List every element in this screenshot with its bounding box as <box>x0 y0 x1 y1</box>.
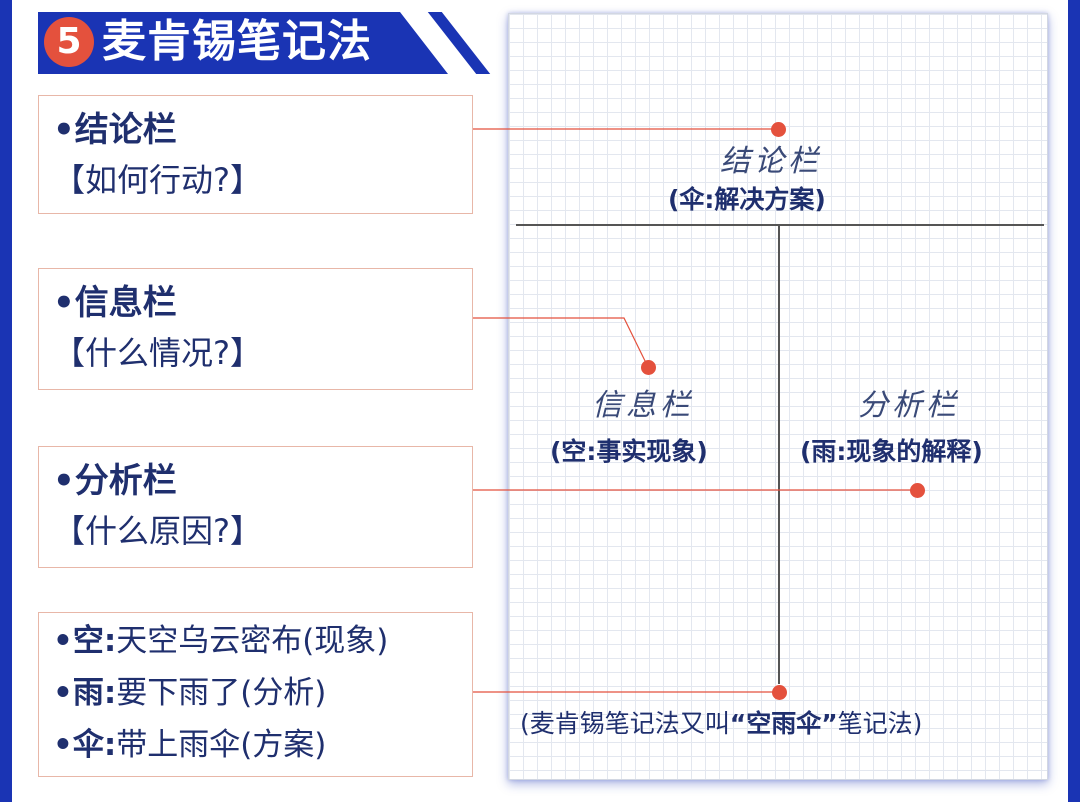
example-dot <box>772 685 787 700</box>
connector-lines <box>473 128 917 693</box>
analysis-dot <box>910 483 925 498</box>
info-dot <box>641 360 656 375</box>
info-connector <box>473 317 649 368</box>
conclusion-dot <box>771 122 786 137</box>
